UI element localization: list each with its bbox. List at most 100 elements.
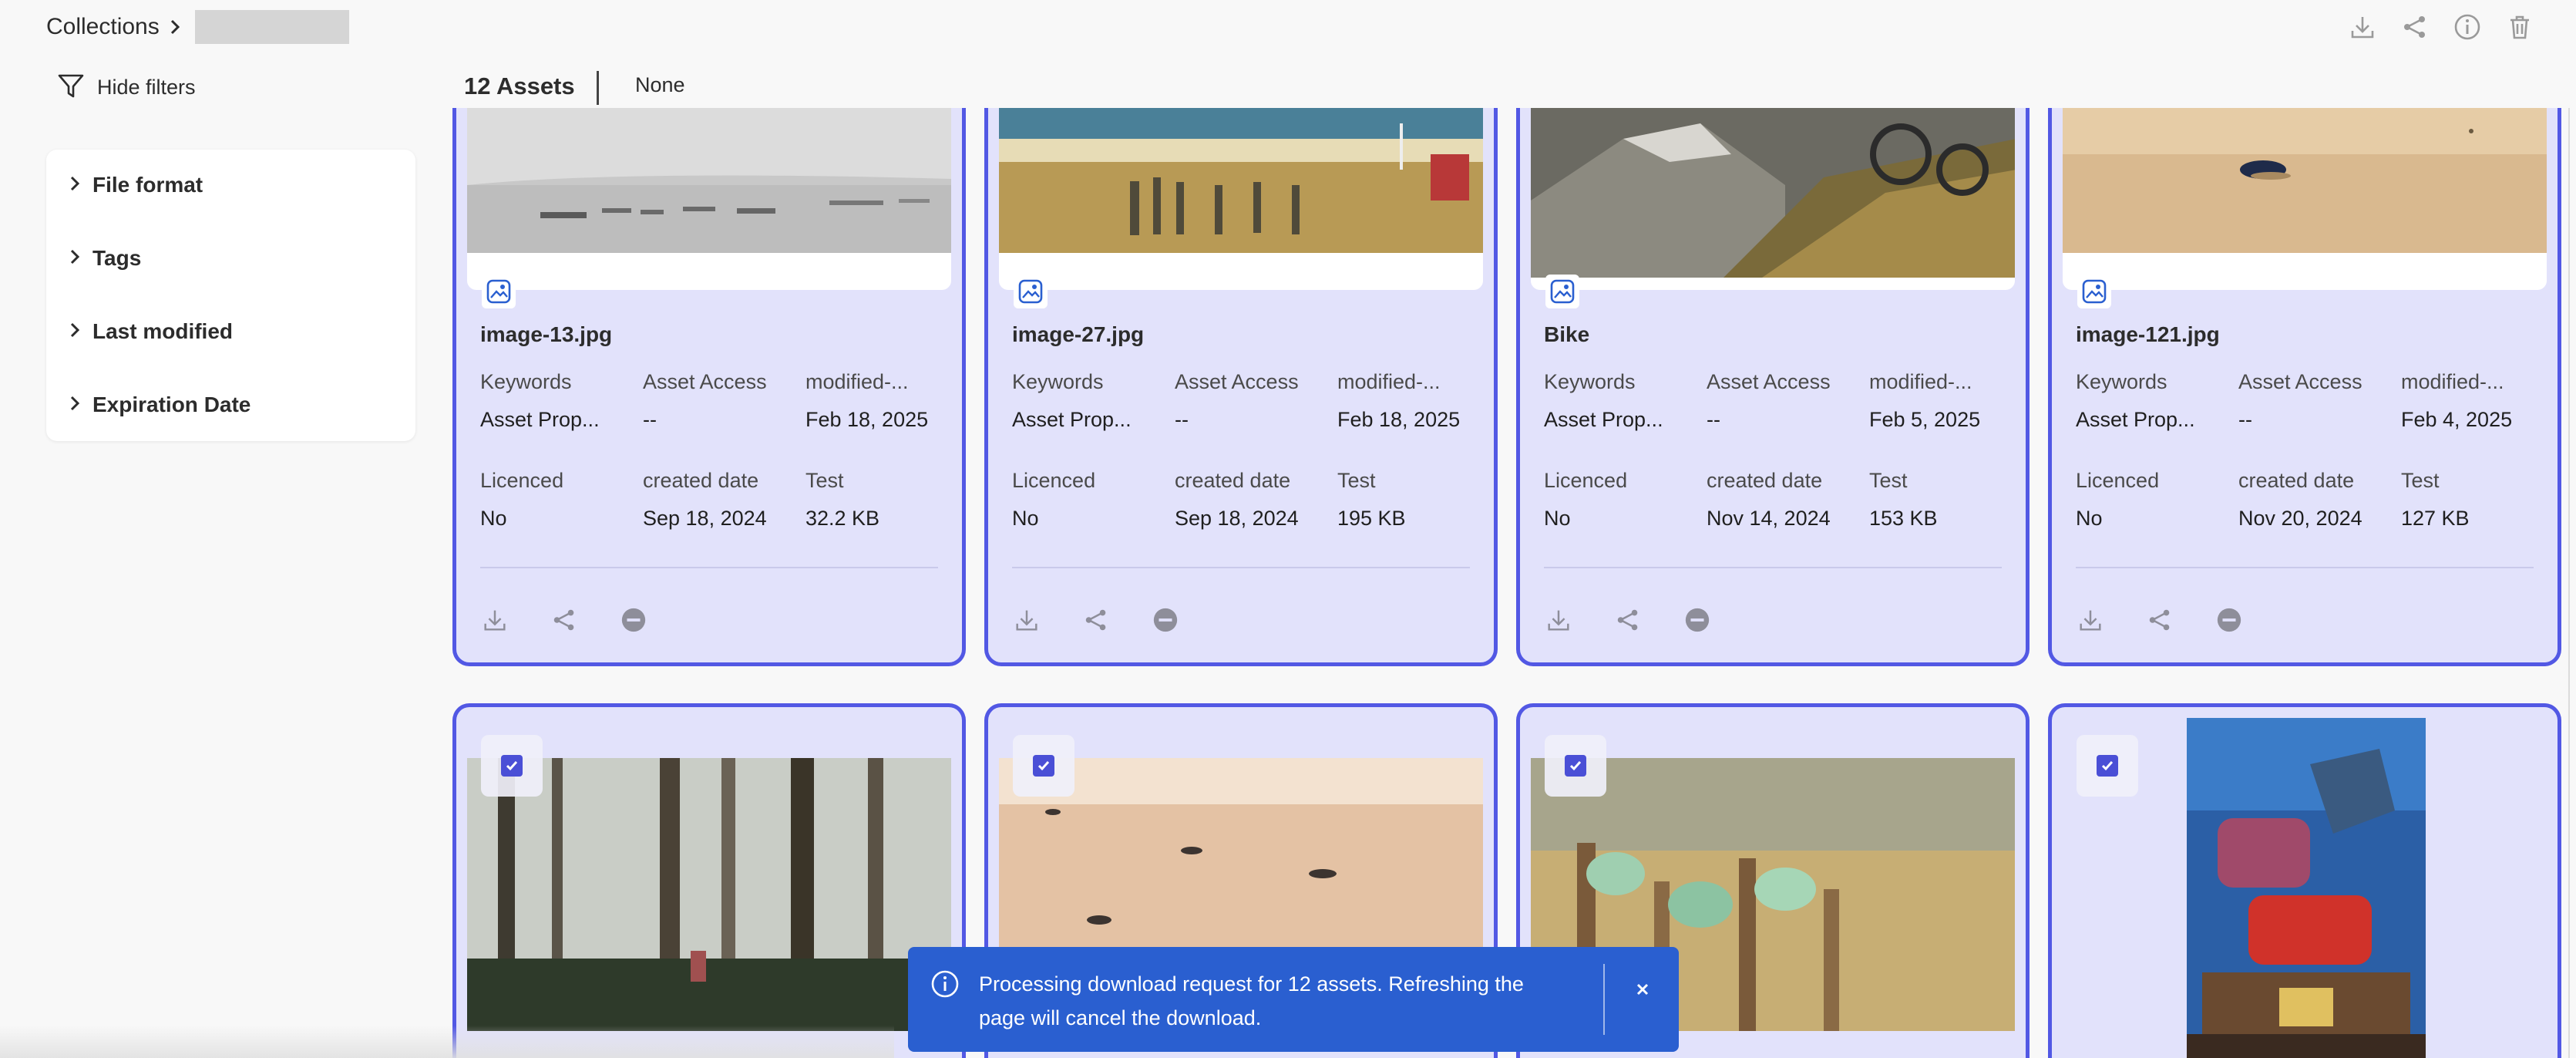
image-type-icon [482,275,516,308]
asset-thumbnail[interactable] [467,758,951,1031]
asset-card[interactable]: image-27.jpg Keywords Asset Prop... Asset… [984,108,1498,666]
download-icon[interactable] [1008,601,1045,639]
select-checkbox[interactable] [1565,755,1586,777]
select-box [481,735,543,797]
share-icon[interactable] [1609,601,1646,639]
meta-label: Test [2401,469,2440,492]
meta-label: Keywords [2076,370,2167,393]
asset-thumbnail[interactable] [467,108,951,290]
meta-test: Test 195 KB [1337,469,1406,531]
meta-label: Test [1869,469,1908,492]
meta-label: Asset Access [643,370,767,393]
meta-value: 32.2 KB [805,507,880,530]
meta-label: Test [1337,469,1376,492]
asset-title[interactable]: image-27.jpg [1012,322,1144,347]
card-actions [2072,601,2248,639]
meta-modified: modified-... Feb 5, 2025 [1869,370,1980,432]
chevron-right-icon [69,175,80,196]
meta-value: 127 KB [2401,507,2470,530]
remove-icon[interactable] [615,601,652,639]
select-box [2077,735,2138,797]
meta-created: created date Sep 18, 2024 [1175,469,1299,531]
download-icon[interactable] [476,601,513,639]
meta-created: created date Sep 18, 2024 [643,469,767,531]
select-box [1545,735,1606,797]
meta-label: Keywords [480,370,572,393]
meta-label: Licenced [1012,469,1096,492]
meta-label: Asset Access [1707,370,1831,393]
divider [1012,567,1470,568]
asset-card[interactable]: image-13.jpg Keywords Asset Prop... Asset… [452,108,966,666]
meta-label: Asset Access [2238,370,2362,393]
filter-label: File format [92,173,203,197]
download-icon[interactable] [2345,9,2380,45]
breadcrumb-collections[interactable]: Collections [46,14,160,40]
meta-label: created date [1707,469,1823,492]
share-icon[interactable] [546,601,583,639]
info-icon[interactable] [2450,9,2485,45]
asset-title[interactable]: image-13.jpg [480,322,612,347]
info-icon [930,969,960,999]
asset-title[interactable]: image-121.jpg [2076,322,2220,347]
select-checkbox[interactable] [2097,755,2118,777]
meta-value: Asset Prop... [2076,408,2195,431]
asset-thumbnail[interactable] [1531,108,2015,290]
asset-card[interactable]: image-121.jpg Keywords Asset Prop... Asse… [2048,108,2561,666]
meta-created: created date Nov 20, 2024 [2238,469,2362,531]
delete-icon[interactable] [2502,9,2537,45]
divider [1544,567,2002,568]
hide-filters-button[interactable]: Hide filters [55,71,196,103]
select-checkbox[interactable] [501,755,523,777]
meta-label: created date [643,469,759,492]
meta-label: modified-... [1869,370,1972,393]
meta-keywords: Keywords Asset Prop... [1012,370,1132,432]
meta-label: Licenced [480,469,564,492]
filter-file-format[interactable]: File format [69,173,203,197]
meta-licenced: Licenced No [1544,469,1627,531]
meta-value: Asset Prop... [480,408,600,431]
meta-value: -- [2238,408,2252,431]
meta-value: Feb 18, 2025 [805,408,929,431]
close-icon[interactable] [1623,970,1662,1009]
meta-value: -- [1707,408,1720,431]
selection-dropdown[interactable]: None [635,73,685,97]
hide-filters-label: Hide filters [97,75,196,99]
filter-label: Expiration Date [92,393,251,416]
meta-value: Nov 14, 2024 [1707,507,1831,530]
remove-icon[interactable] [1147,601,1184,639]
filter-tags[interactable]: Tags [69,246,141,271]
asset-card[interactable]: Bike Keywords Asset Prop... Asset Access -… [1516,108,2030,666]
asset-thumbnail[interactable] [999,108,1483,290]
share-icon[interactable] [2397,9,2433,45]
select-checkbox[interactable] [1033,755,1054,777]
meta-value: Asset Prop... [1544,408,1663,431]
asset-card[interactable] [2048,703,2561,1058]
share-icon[interactable] [1078,601,1115,639]
image-type-icon [1014,275,1048,308]
meta-value: -- [643,408,657,431]
remove-icon[interactable] [1679,601,1716,639]
filter-last-modified[interactable]: Last modified [69,319,233,344]
meta-keywords: Keywords Asset Prop... [2076,370,2195,432]
asset-thumbnail[interactable] [2187,718,2426,1058]
asset-thumbnail[interactable] [2063,108,2547,290]
meta-label: Licenced [2076,469,2160,492]
remove-icon[interactable] [2211,601,2248,639]
meta-value: Nov 20, 2024 [2238,507,2362,530]
chevron-right-icon [160,12,190,42]
download-icon[interactable] [1540,601,1577,639]
share-icon[interactable] [2141,601,2178,639]
meta-asset-access: Asset Access -- [643,370,767,432]
scrollbar[interactable] [2568,108,2576,1058]
divider [480,567,938,568]
bottom-shade [0,1026,894,1058]
asset-card[interactable] [452,703,966,1058]
meta-label: Test [805,469,844,492]
image-type-icon [2077,275,2111,308]
select-box [1013,735,1074,797]
filter-expiration-date[interactable]: Expiration Date [69,393,251,417]
download-icon[interactable] [2072,601,2109,639]
card-actions [476,601,652,639]
asset-title[interactable]: Bike [1544,322,1589,347]
divider [597,71,599,105]
